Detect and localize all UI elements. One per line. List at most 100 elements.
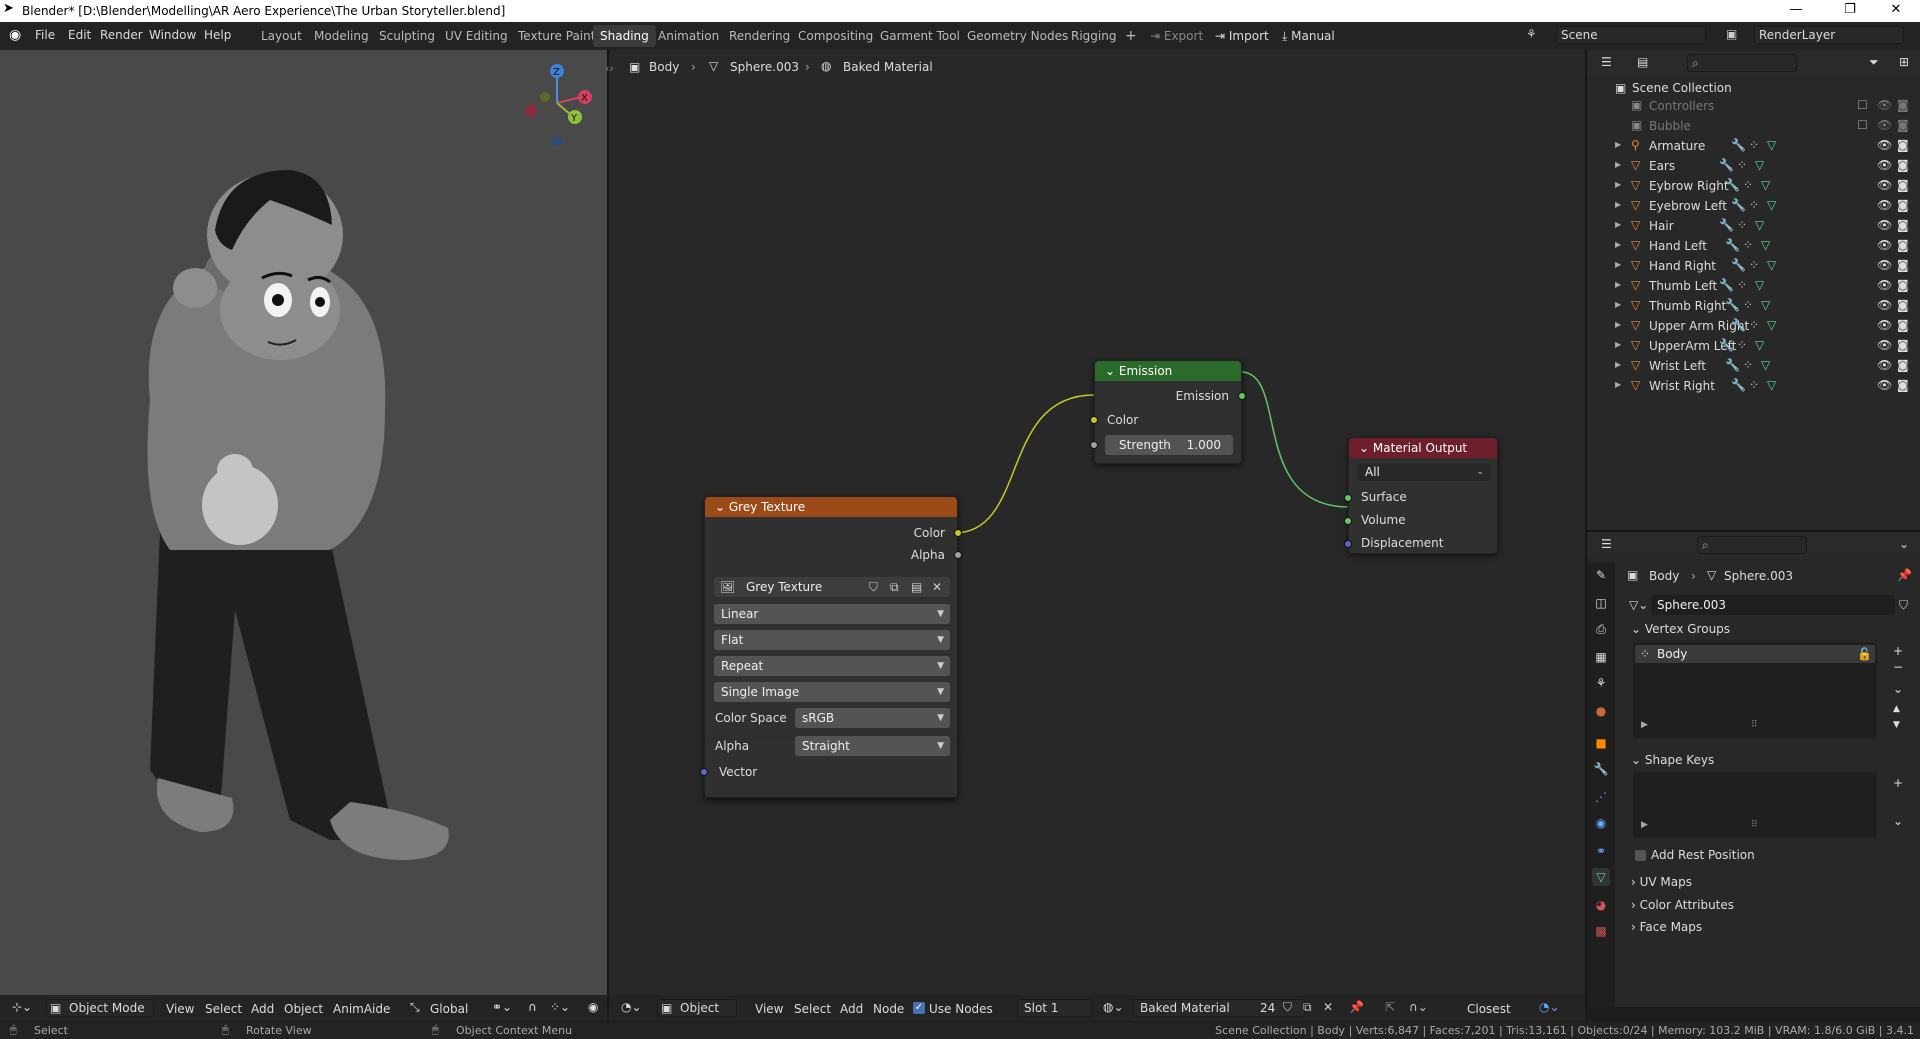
mesh-data-icon[interactable]: ▽ [1761, 358, 1770, 372]
emission-node[interactable]: ⌄ Emission Emission Color Strength 1.000 [1090, 360, 1246, 464]
camera-icon[interactable]: ◙ [1897, 358, 1909, 372]
tab-sculpting[interactable]: Sculpting [372, 25, 442, 47]
expand-icon[interactable]: ▶ [1615, 260, 1621, 269]
outliner-row[interactable]: ▶ ▽ Hair 🔧 ⁘ ▽ 👁 ◙ [1587, 216, 1920, 236]
eye-icon[interactable]: 👁 [1877, 358, 1892, 372]
outliner-row[interactable]: ▶ ▽ Wrist Right 🔧 ⁘ ▽ 👁 ◙ [1587, 376, 1920, 396]
fake-user-icon[interactable]: ⛉ [869, 577, 878, 597]
menu-window[interactable]: Window [149, 28, 196, 42]
menu-render[interactable]: Render [100, 28, 143, 42]
unlink-material-icon[interactable]: ✕ [1323, 1000, 1333, 1014]
viewport-object-menu[interactable]: Object [284, 1000, 323, 1018]
use-nodes-checkbox[interactable]: ✓ [913, 1002, 925, 1014]
modifier-icon[interactable]: 🔧 [1719, 338, 1734, 352]
outliner-row[interactable]: ▶ ▽ Hand Left 🔧 ⁘ ▽ 👁 ◙ [1587, 236, 1920, 256]
camera-icon[interactable]: ◙ [1897, 238, 1909, 252]
vertex-group-icon[interactable]: ⁘ [1743, 238, 1753, 252]
vertex-group-icon[interactable]: ⁘ [1743, 358, 1753, 372]
tab-uv-editing[interactable]: UV Editing [438, 25, 515, 47]
surface-socket[interactable] [1344, 494, 1352, 502]
shape-keys-panel-header[interactable]: ⌄ Shape Keys [1631, 753, 1714, 767]
eye-icon[interactable]: 👁 [1877, 338, 1892, 352]
vertex-group-icon[interactable]: ⁘ [1737, 158, 1747, 172]
outliner-row[interactable]: ▶ ▽ Thumb Left 🔧 ⁘ ▽ 👁 ◙ [1587, 276, 1920, 296]
modifier-icon[interactable]: 🔧 [1731, 318, 1746, 332]
eye-icon[interactable]: 👁 [1877, 378, 1892, 392]
eye-icon[interactable]: 👁 [1877, 198, 1892, 212]
eye-icon[interactable]: 👁 [1877, 158, 1892, 172]
export-button[interactable]: ⇥ Export [1150, 27, 1203, 45]
mesh-data-icon[interactable]: ▽ [1767, 318, 1776, 332]
specials-menu-icon[interactable]: ⌄ [1893, 814, 1903, 828]
fake-user-icon[interactable]: ⛉ [1899, 598, 1908, 613]
material-name-field[interactable]: Baked Material 24 [1133, 999, 1305, 1017]
vertex-group-icon[interactable]: ⁘ [1749, 318, 1759, 332]
expand-icon[interactable]: ▶ [1615, 380, 1621, 389]
material-browse-icon[interactable]: ◍⌄ [1103, 1000, 1124, 1014]
grey-texture-header[interactable]: ⌄ Grey Texture [705, 497, 957, 517]
add-workspace-icon[interactable]: + [1118, 25, 1144, 47]
editor-type-icon[interactable]: ⊹⌄ [12, 1000, 32, 1014]
camera-icon[interactable]: ◙ [1897, 118, 1909, 132]
fake-user-icon[interactable]: ⛉ [1283, 1000, 1292, 1015]
camera-icon[interactable]: ◙ [1897, 218, 1909, 232]
slot-dropdown[interactable]: Slot 1 [1017, 999, 1092, 1017]
camera-icon[interactable]: ◙ [1897, 378, 1909, 392]
editor-type-icon[interactable]: ☰ [1601, 537, 1612, 551]
image-datablock[interactable]: 🖼 Grey Texture ⛉ ⧉ ▤ ✕ [714, 577, 950, 597]
displacement-socket[interactable] [1344, 540, 1352, 548]
duplicate-material-icon[interactable]: ⧉ [1303, 1000, 1312, 1015]
mesh-data-icon[interactable]: ▽ [1761, 238, 1770, 252]
mesh-data-icon[interactable]: ▽ [1767, 258, 1776, 272]
remove-vertex-group-icon[interactable]: − [1893, 660, 1903, 674]
shader-type-dropdown[interactable]: ▣ Object [657, 999, 737, 1017]
eye-icon[interactable]: 👁 [1877, 318, 1892, 332]
output-target-dropdown[interactable]: All ⌄ [1358, 463, 1490, 481]
expand-icon[interactable]: ▶ [1615, 220, 1621, 229]
outliner-row[interactable]: ▣ Controllers ☐ 👁 ◙ [1587, 96, 1920, 116]
tool-tab-icon[interactable]: ✎ [1592, 566, 1610, 584]
vertex-group-icon[interactable]: ⁘ [1737, 218, 1747, 232]
vertex-group-icon[interactable]: ⁘ [1749, 378, 1759, 392]
eye-icon[interactable]: 👁 [1877, 218, 1892, 232]
expand-icon[interactable]: ▶ [1615, 360, 1621, 369]
camera-icon[interactable]: ◙ [1897, 338, 1909, 352]
vertex-group-icon[interactable]: ⁘ [1749, 138, 1759, 152]
add-vertex-group-icon[interactable]: + [1893, 644, 1903, 658]
modifier-icon[interactable]: 🔧 [1731, 378, 1746, 392]
parent-node-icon[interactable]: ⇱ [1385, 1000, 1395, 1014]
eye-icon[interactable]: 👁 [1877, 118, 1892, 132]
tab-shading[interactable]: Shading [593, 25, 656, 47]
expand-icon[interactable]: ▶ [1615, 340, 1621, 349]
pivot-icon[interactable]: ⚭⌄ [492, 1000, 512, 1014]
add-shape-key-icon[interactable]: + [1893, 776, 1903, 790]
vertex-group-icon[interactable]: ⁘ [1749, 198, 1759, 212]
camera-icon[interactable]: ◙ [1897, 158, 1909, 172]
particles-tab-icon[interactable]: ⋰ [1592, 788, 1610, 806]
blender-logo-icon[interactable]: ◉ [9, 27, 21, 43]
tab-geometry-nodes[interactable]: Geometry Nodes [960, 25, 1075, 47]
grey-texture-node[interactable]: ⌄ Grey Texture Color Alpha 🖼 Grey Textur… [704, 496, 962, 742]
scene-collection-row[interactable]: ▣ Scene Collection [1587, 78, 1920, 98]
filter-icon[interactable]: ⏷ [1869, 55, 1879, 70]
constraints-tab-icon[interactable]: ⚭ [1592, 842, 1610, 860]
eye-icon[interactable]: 👁 [1877, 178, 1892, 192]
source-dropdown[interactable]: Single Image ▼ [714, 682, 950, 702]
animaide-menu[interactable]: AnimAide [333, 1000, 390, 1018]
snap-icon[interactable]: ∩ [528, 1000, 537, 1014]
extension-dropdown[interactable]: Repeat ▼ [714, 656, 950, 676]
modifier-icon[interactable]: 🔧 [1719, 158, 1734, 172]
camera-icon[interactable]: ◙ [1897, 278, 1909, 292]
viewport-add-menu[interactable]: Add [251, 1000, 274, 1018]
shape-key-list[interactable]: ▶ ⠿ [1633, 772, 1877, 838]
snap-mode-dropdown[interactable]: Closest [1467, 1000, 1511, 1018]
editor-type-icon[interactable]: ☰ [1601, 55, 1612, 69]
modifier-icon[interactable]: 🔧 [1731, 258, 1746, 272]
collapse-icon[interactable]: ⌄ [1105, 364, 1119, 378]
viewport-view-menu[interactable]: View [166, 1000, 194, 1018]
menu-edit[interactable]: Edit [68, 28, 91, 42]
node-add-menu[interactable]: Add [840, 1000, 863, 1018]
modifier-icon[interactable]: 🔧 [1725, 358, 1740, 372]
modifier-icon[interactable]: 🔧 [1725, 298, 1740, 312]
minimize-button[interactable]: — [1776, 2, 1816, 20]
